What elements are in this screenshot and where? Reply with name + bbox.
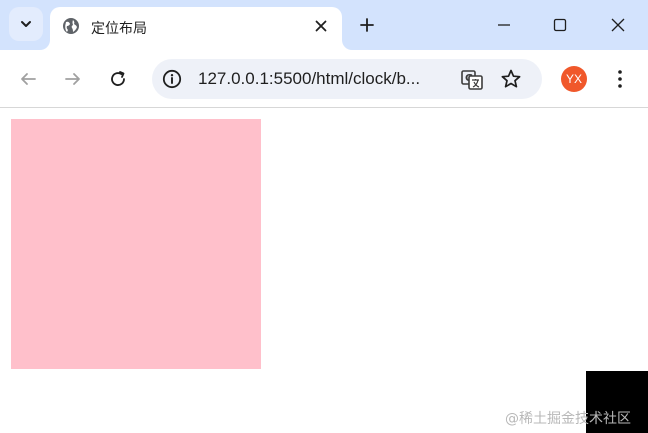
back-button[interactable] xyxy=(13,64,43,94)
tab-search-button[interactable] xyxy=(9,7,43,41)
minimize-button[interactable] xyxy=(484,8,524,42)
plus-icon xyxy=(360,18,374,32)
address-bar[interactable]: 127.0.0.1:5500/html/clock/b... G xyxy=(152,59,542,99)
maximize-button[interactable] xyxy=(540,8,580,42)
more-vert-icon xyxy=(618,70,622,88)
close-window-button[interactable] xyxy=(598,8,638,42)
translate-icon[interactable]: G xyxy=(460,68,484,92)
toolbar: 127.0.0.1:5500/html/clock/b... G xyxy=(0,50,648,108)
maximize-icon xyxy=(553,18,567,32)
globe-icon xyxy=(63,18,79,34)
chrome-menu-button[interactable] xyxy=(608,64,632,94)
profile-avatar[interactable]: YX xyxy=(561,66,587,92)
minimize-icon xyxy=(498,24,510,26)
reload-button[interactable] xyxy=(103,64,133,94)
tab-close-button[interactable] xyxy=(310,15,332,37)
info-icon[interactable] xyxy=(162,69,182,89)
forward-button[interactable] xyxy=(58,64,88,94)
active-tab[interactable]: 定位布局 xyxy=(50,7,342,50)
star-icon[interactable] xyxy=(500,68,522,90)
page-viewport: @稀土掘金技术社区 xyxy=(0,109,648,433)
reload-icon xyxy=(111,71,125,86)
chevron-down-icon xyxy=(21,21,31,27)
new-tab-button[interactable] xyxy=(354,12,380,38)
close-icon xyxy=(315,20,327,32)
window-close-icon xyxy=(611,18,625,32)
url-text[interactable]: 127.0.0.1:5500/html/clock/b... xyxy=(198,69,420,89)
back-arrow-icon xyxy=(21,73,36,85)
tab-title: 定位布局 xyxy=(91,21,147,37)
tab-strip: 定位布局 xyxy=(0,0,648,50)
watermark: @稀土掘金技术社区 xyxy=(505,411,631,427)
forward-arrow-icon xyxy=(65,73,80,85)
pink-box xyxy=(11,119,261,369)
